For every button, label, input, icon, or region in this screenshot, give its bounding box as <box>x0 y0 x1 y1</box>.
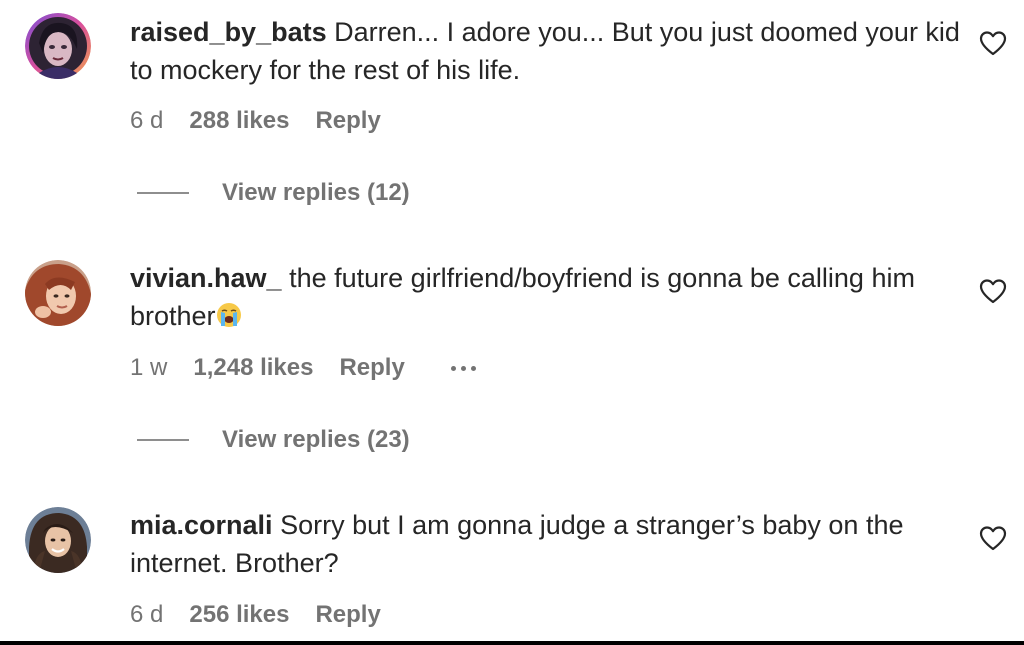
more-options-icon[interactable] <box>450 356 476 380</box>
view-replies-label: View replies (23) <box>222 426 410 453</box>
avatar[interactable] <box>25 13 91 79</box>
comment-username[interactable]: raised_by_bats <box>130 17 327 47</box>
comment-username[interactable]: mia.cornali <box>130 510 273 540</box>
comment-age: 6 d <box>130 107 164 134</box>
comment-text: vivian.haw_ the future girlfriend/boyfri… <box>130 259 960 335</box>
like-heart-icon[interactable] <box>979 525 1007 551</box>
avatar-photo <box>25 507 91 573</box>
view-replies-button[interactable]: View replies (23) <box>137 426 410 454</box>
loudly-crying-face-icon <box>216 303 241 327</box>
comment-username[interactable]: vivian.haw_ <box>130 263 282 293</box>
bottom-divider <box>0 641 1024 645</box>
likes-count[interactable]: 1,248 likes <box>193 354 313 382</box>
comment-age: 6 d <box>130 601 164 628</box>
like-heart-icon[interactable] <box>979 278 1007 304</box>
more-dot <box>470 365 476 371</box>
comment-meta: 6 d 256 likes Reply <box>130 601 381 629</box>
reply-button[interactable]: Reply <box>315 601 380 629</box>
more-dot <box>450 365 456 371</box>
like-heart-icon[interactable] <box>979 30 1007 56</box>
likes-count[interactable]: 256 likes <box>189 601 289 629</box>
comment-age: 1 w <box>130 354 168 381</box>
avatar-photo <box>25 260 91 326</box>
view-replies-button[interactable]: View replies (12) <box>137 179 410 207</box>
reply-button[interactable]: Reply <box>339 354 404 382</box>
replies-divider-line <box>137 439 189 441</box>
avatar[interactable] <box>25 507 91 573</box>
avatar-photo <box>25 13 91 79</box>
view-replies-label: View replies (12) <box>222 179 410 206</box>
comment-text: mia.cornali Sorry but I am gonna judge a… <box>130 506 960 582</box>
likes-count[interactable]: 288 likes <box>189 107 289 135</box>
more-dot <box>460 365 466 371</box>
reply-button[interactable]: Reply <box>315 107 380 135</box>
avatar[interactable] <box>25 260 91 326</box>
comment-meta: 1 w 1,248 likes Reply <box>130 354 476 382</box>
comment-text: raised_by_bats Darren... I adore you... … <box>130 13 960 89</box>
comment-meta: 6 d 288 likes Reply <box>130 107 381 135</box>
replies-divider-line <box>137 192 189 194</box>
